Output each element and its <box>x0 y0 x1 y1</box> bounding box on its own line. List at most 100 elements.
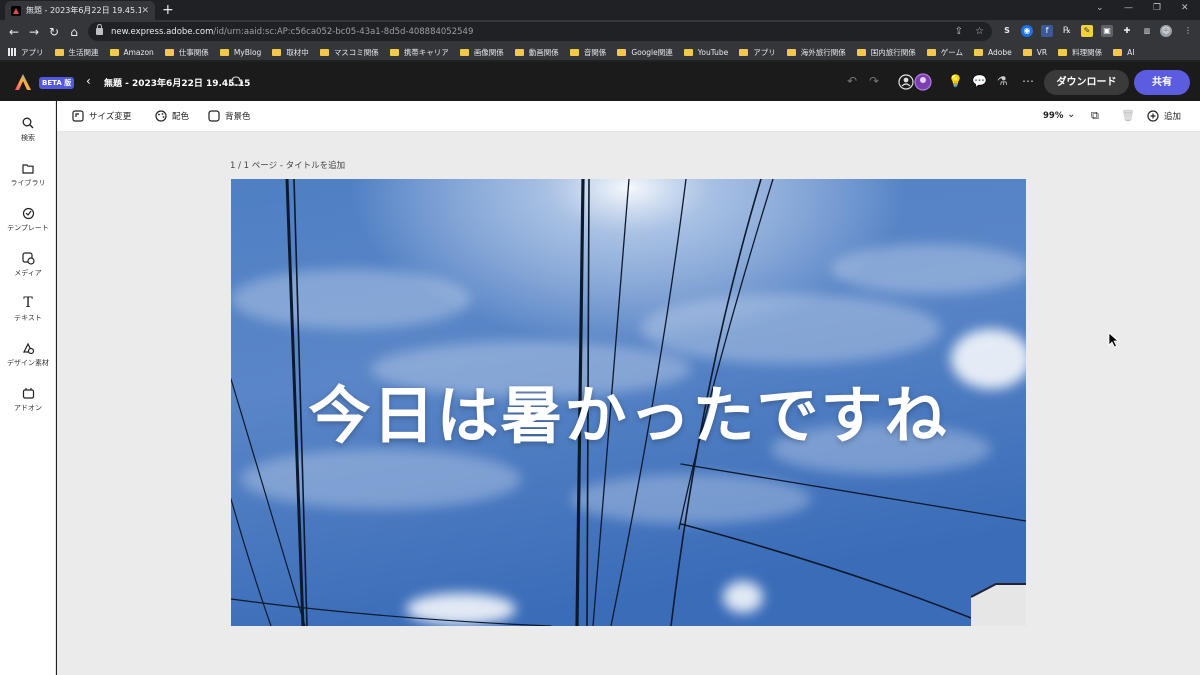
url-host: new.express.adobe.com <box>111 26 214 37</box>
forward-icon[interactable]: → <box>24 25 44 39</box>
home-icon[interactable]: ⌂ <box>64 25 84 39</box>
rail-item-media[interactable]: メディア <box>0 250 56 278</box>
extension-s-icon[interactable]: S <box>1001 25 1013 37</box>
close-window-icon[interactable]: ✕ <box>1181 3 1189 13</box>
folder-icon <box>974 48 984 56</box>
resize-label: サイズ変更 <box>89 112 132 122</box>
bookmark-item[interactable]: VR <box>1022 48 1047 57</box>
bookmark-item[interactable]: 携帯キャリア <box>389 47 449 58</box>
bookmark-item[interactable]: Adobe <box>974 48 1012 57</box>
share-button[interactable]: 共有 <box>1134 70 1190 95</box>
adobe-express-logo-icon[interactable] <box>14 73 32 91</box>
bookmark-item[interactable]: 海外旅行関係 <box>786 47 846 58</box>
background-color-button[interactable]: 背景色 <box>208 110 251 122</box>
headline-text[interactable]: 今日は暑かったですね <box>231 179 1026 626</box>
background-color-label: 背景色 <box>225 112 251 122</box>
page-label[interactable]: 1 / 1 ページ - タイトルを追加 <box>230 159 345 171</box>
rail-item-addons[interactable]: アドオン <box>0 385 56 413</box>
bookmark-item[interactable]: 国内旅行関係 <box>856 47 916 58</box>
folder-icon <box>54 48 64 56</box>
bookmark-item[interactable]: YouTube <box>683 48 728 57</box>
restore-icon[interactable]: ❐ <box>1153 3 1161 13</box>
folder-icon <box>319 48 329 56</box>
folder-icon <box>926 48 936 56</box>
addon-icon <box>22 388 34 399</box>
extension-blue-icon[interactable]: ◉ <box>1021 25 1033 37</box>
artboard[interactable]: 今日は暑かったですね <box>231 179 1026 626</box>
reload-icon[interactable]: ↻ <box>44 25 64 39</box>
rail-item-templates[interactable]: テンプレート <box>0 205 56 233</box>
folder-icon <box>109 48 119 56</box>
back-icon[interactable]: ← <box>4 25 24 39</box>
rail-label: 検索 <box>21 134 35 142</box>
rail-label: テンプレート <box>7 224 49 232</box>
bookmark-star-icon[interactable]: ☆ <box>975 26 984 37</box>
zoom-level[interactable]: 99% <box>1043 111 1063 121</box>
color-scheme-button[interactable]: 配色 <box>155 110 189 122</box>
bookmark-item[interactable]: 画像関係 <box>459 47 504 58</box>
new-tab-icon[interactable]: + <box>162 2 174 18</box>
trash-icon[interactable]: 🗑 <box>1121 109 1135 122</box>
extensions-puzzle-icon[interactable]: ✚ <box>1121 25 1133 37</box>
folder-icon <box>683 48 693 56</box>
browser-tab[interactable]: 無題 - 2023年6月22日 19.45.15 ✕ <box>5 1 155 20</box>
folder-icon <box>617 48 627 56</box>
bookmark-item[interactable]: 料理関係 <box>1058 47 1102 58</box>
bookmark-item[interactable]: マスコミ関係 <box>319 47 379 58</box>
browser-menu-icon[interactable]: ⋮ <box>1182 25 1194 37</box>
bookmark-label: 生活関連 <box>68 47 99 57</box>
rail-item-library[interactable]: ライブラリ <box>0 160 56 188</box>
bookmark-item[interactable]: 生活関連 <box>54 47 99 58</box>
folder-icon <box>786 48 796 56</box>
extension-box-icon[interactable]: ▣ <box>1101 25 1113 37</box>
bookmark-item[interactable]: Google関連 <box>617 47 673 58</box>
bookmark-item[interactable]: AI <box>1113 48 1134 57</box>
tab-search-chevron-icon[interactable]: ⌄ <box>1096 3 1104 13</box>
bookmark-item[interactable]: アプリ <box>8 47 44 58</box>
comment-icon[interactable]: 💬 <box>972 74 987 88</box>
bookmark-item[interactable]: 音関係 <box>569 47 606 58</box>
rail-label: デザイン素材 <box>7 359 49 367</box>
bookmark-item[interactable]: アプリ <box>739 47 776 58</box>
extension-facebook-icon[interactable]: f <box>1041 25 1053 37</box>
rail-item-text[interactable]: T テキスト <box>0 295 56 323</box>
zoom-chevron-icon[interactable]: ⌄ <box>1067 109 1075 120</box>
resize-button[interactable]: サイズ変更 <box>72 110 131 122</box>
folder-icon <box>1022 48 1032 56</box>
extension-note-icon[interactable]: ✎ <box>1081 25 1093 37</box>
bookmark-item[interactable]: Amazon <box>109 48 154 57</box>
rail-label: ライブラリ <box>10 179 46 187</box>
bookmark-item[interactable]: ゲーム <box>926 47 963 58</box>
bookmark-item[interactable]: 仕事関係 <box>164 47 209 58</box>
redo-icon[interactable]: ↷ <box>869 74 879 88</box>
tab-title: 無題 - 2023年6月22日 19.45.15 <box>26 6 142 15</box>
bookmark-label: 動画関係 <box>528 47 559 57</box>
more-options-icon[interactable]: ⋯ <box>1022 74 1034 88</box>
download-button[interactable]: ダウンロード <box>1044 70 1129 95</box>
bookmark-item[interactable]: 動画関係 <box>514 47 559 58</box>
bookmark-label: アプリ <box>21 47 44 57</box>
address-bar[interactable]: new.express.adobe.com /id/urn:aaid:sc:AP… <box>88 22 992 41</box>
profile-avatar-icon[interactable]: ☺ <box>1160 25 1172 37</box>
rail-item-design-assets[interactable]: デザイン素材 <box>0 340 56 368</box>
rail-item-search[interactable]: 検索 <box>0 115 56 143</box>
extension-rx-icon[interactable]: ℞ <box>1061 25 1073 37</box>
lightbulb-icon[interactable]: 💡 <box>948 74 963 88</box>
sidepanel-icon[interactable]: ▥ <box>1141 25 1153 37</box>
search-icon <box>22 117 34 129</box>
bookmark-label: アプリ <box>753 47 776 57</box>
labs-flask-icon[interactable]: ⚗ <box>997 74 1008 88</box>
bookmark-item[interactable]: MyBlog <box>219 48 261 57</box>
bookmark-label: 画像関係 <box>473 47 504 57</box>
collaborators[interactable] <box>896 72 936 92</box>
bookmark-item[interactable]: 取材中 <box>272 47 309 58</box>
back-chevron-icon[interactable]: ‹ <box>86 74 91 88</box>
add-page-button[interactable]: 追加 <box>1147 110 1181 122</box>
lock-icon <box>96 24 103 35</box>
undo-icon[interactable]: ↶ <box>847 74 857 88</box>
pages-icon[interactable]: ⧉ <box>1091 109 1099 123</box>
resize-icon <box>72 110 84 122</box>
tab-close-icon[interactable]: ✕ <box>141 6 149 16</box>
minimize-icon[interactable]: — <box>1124 3 1133 13</box>
share-page-icon[interactable]: ⇪ <box>955 26 963 37</box>
